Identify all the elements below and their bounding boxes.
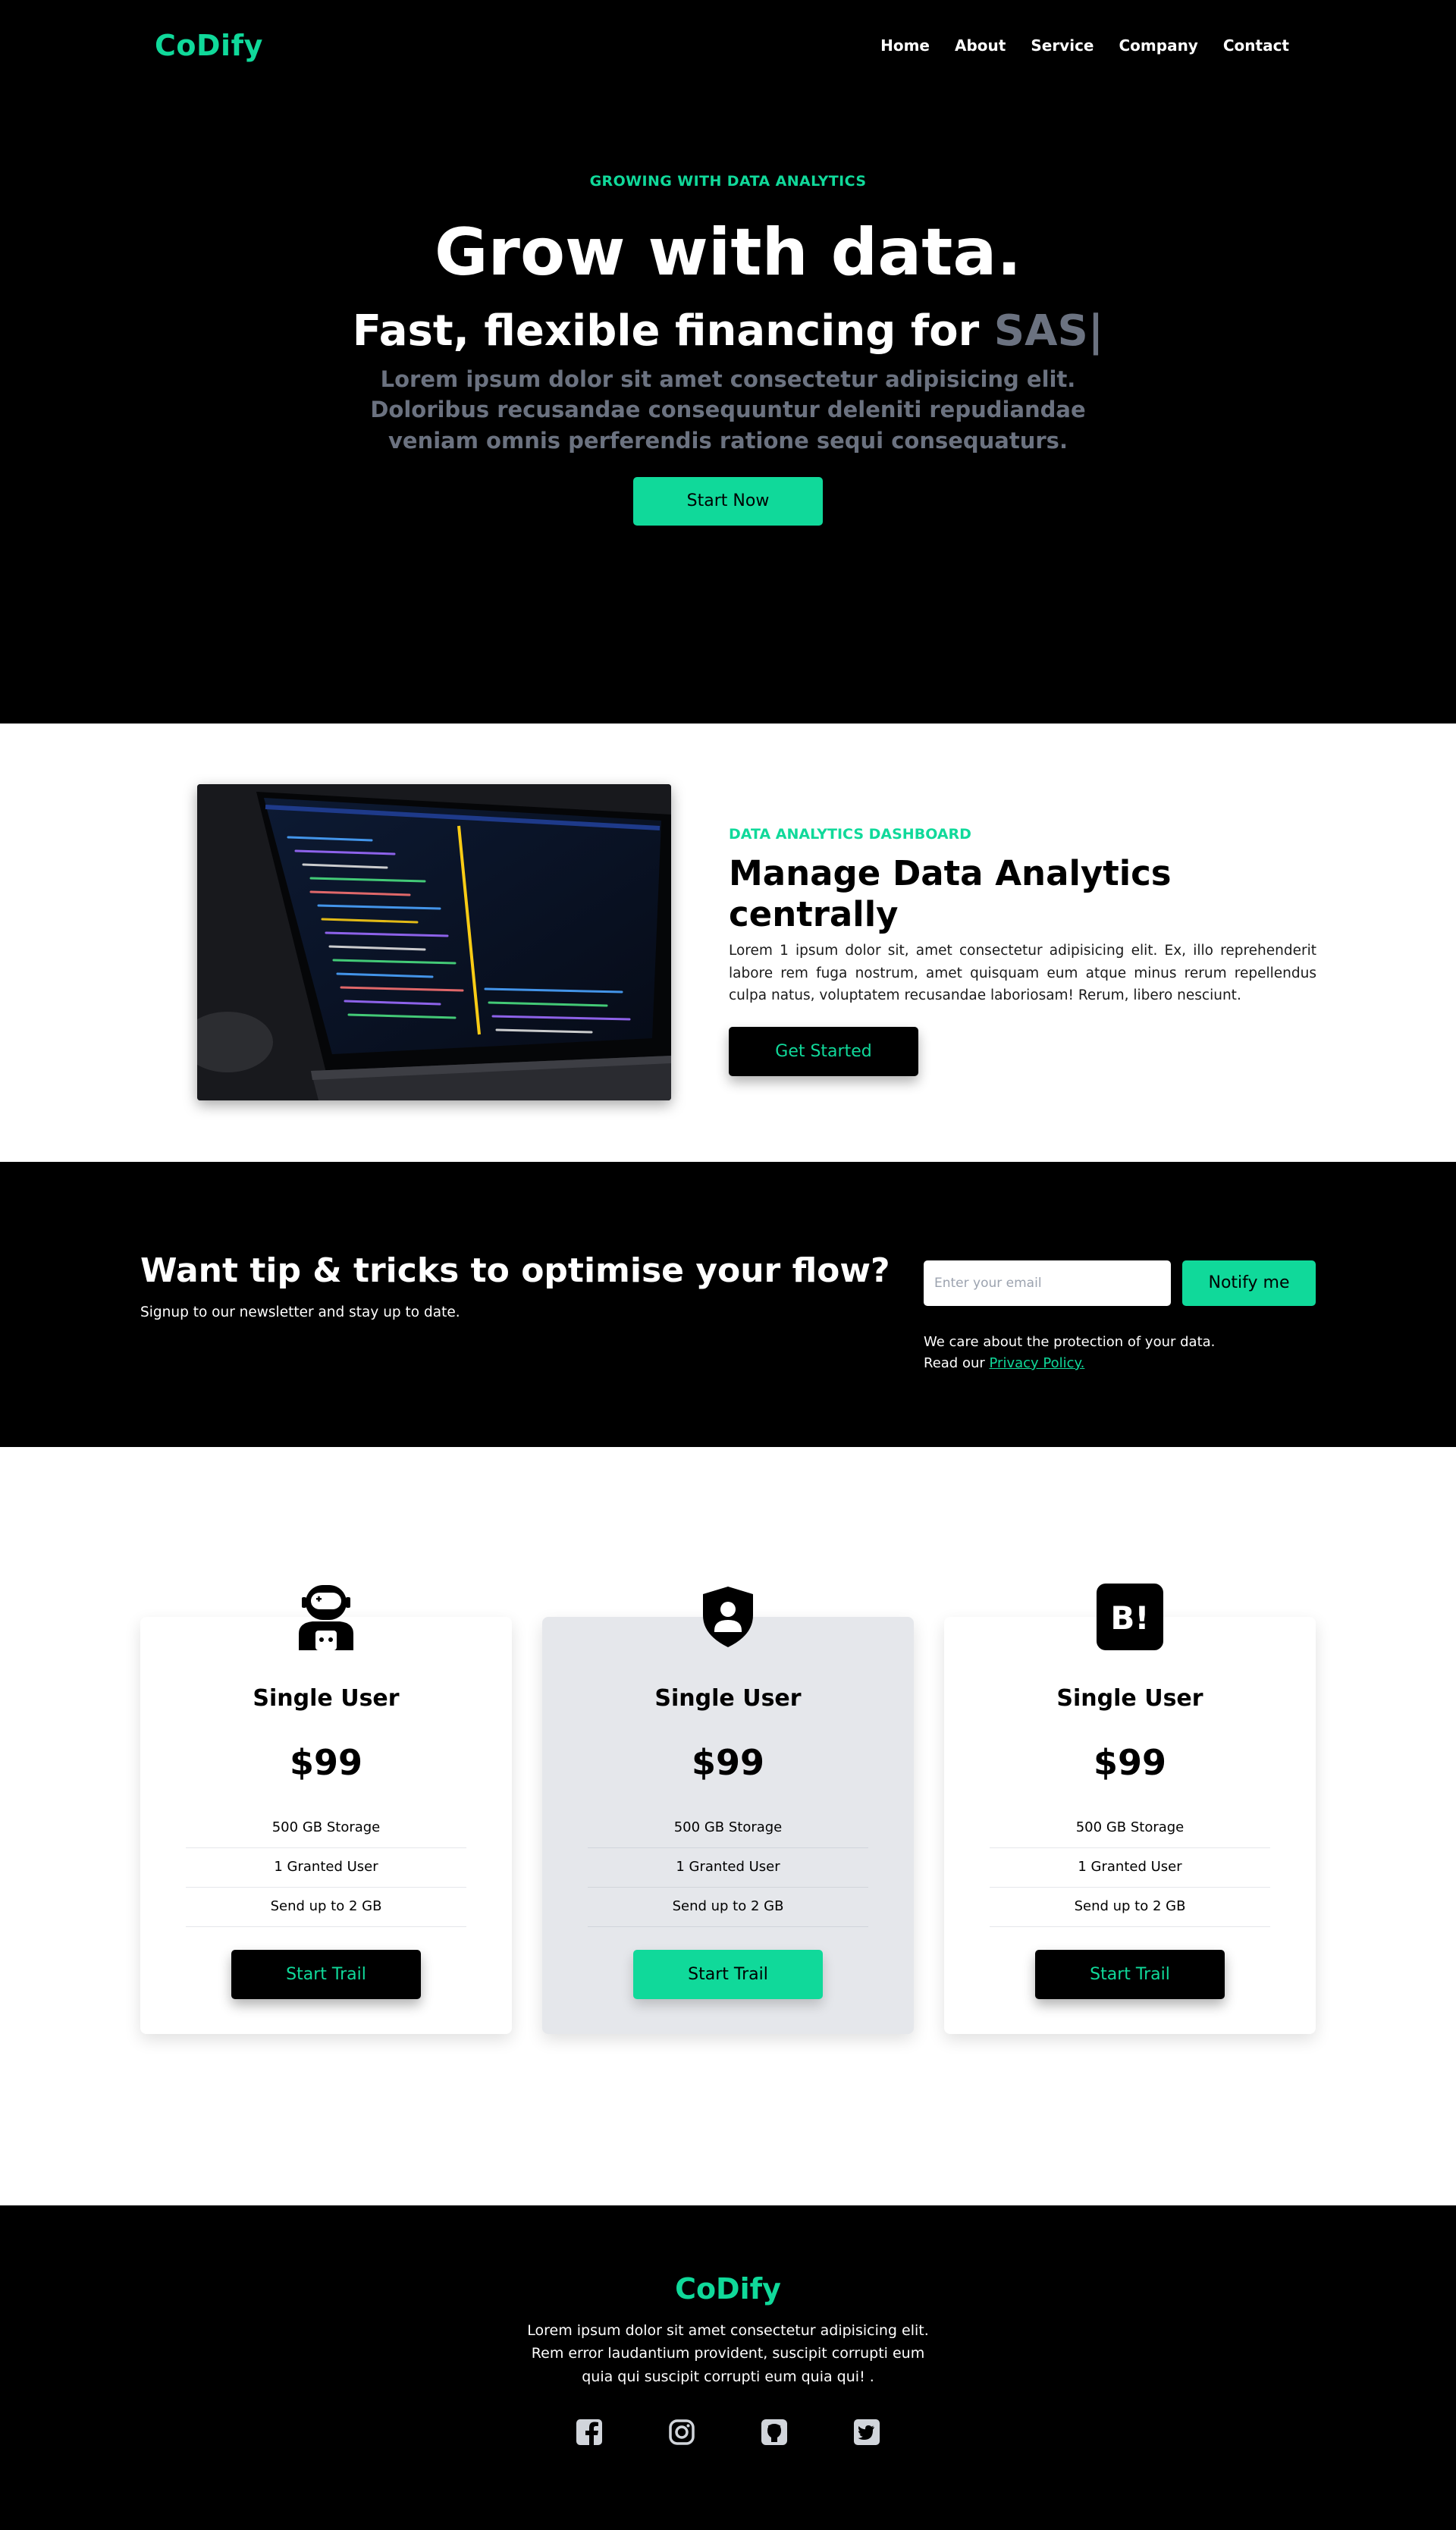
plan-feature: 500 GB Storage: [588, 1809, 868, 1848]
start-trial-button[interactable]: Start Trail: [1035, 1950, 1225, 1999]
plan-feature: Send up to 2 GB: [588, 1888, 868, 1927]
pricing-card-featured: Single User $99 500 GB Storage 1 Granted…: [542, 1587, 914, 2034]
nav-menu: Home About Service Company Contact: [880, 36, 1289, 55]
plan-feature: 1 Granted User: [588, 1848, 868, 1888]
pricing-card: Single User $99 500 GB Storage 1 Granted…: [140, 1585, 512, 2034]
nav-link-about[interactable]: About: [955, 36, 1006, 55]
instagram-icon[interactable]: [668, 2419, 695, 2446]
pricing-card: B! Single User $99 500 GB Storage 1 Gran…: [944, 1584, 1316, 2034]
privacy-policy-link[interactable]: Privacy Policy.: [990, 1355, 1085, 1371]
hero-eyebrow: GROWING WITH DATA ANALYTICS: [589, 173, 867, 190]
privacy-note-prefix: Read our: [924, 1354, 990, 1371]
plan-feature: 500 GB Storage: [186, 1809, 466, 1848]
start-trial-button[interactable]: Start Trail: [231, 1950, 421, 1999]
about-content: DATA ANALYTICS DASHBOARD Manage Data Ana…: [729, 826, 1316, 1076]
footer-description: Lorem ipsum dolor sit amet consectetur a…: [527, 2322, 929, 2385]
plan-feature: Send up to 2 GB: [990, 1888, 1270, 1927]
brand-logo[interactable]: CoDify: [155, 29, 263, 62]
plan-feature: 1 Granted User: [990, 1848, 1270, 1888]
notify-me-button[interactable]: Notify me: [1182, 1260, 1316, 1306]
hero-subtitle-typed: SAS|: [993, 306, 1104, 356]
hero-description: Lorem ipsum dolor sit amet consectetur a…: [370, 366, 1086, 454]
about-eyebrow: DATA ANALYTICS DASHBOARD: [729, 826, 971, 843]
email-input[interactable]: [924, 1260, 1171, 1306]
about-section: DATA ANALYTICS DASHBOARD Manage Data Ana…: [0, 724, 1456, 1162]
laptop-image: [197, 784, 671, 1100]
nav-link-service[interactable]: Service: [1031, 36, 1094, 55]
plan-features: 500 GB Storage 1 Granted User Send up to…: [588, 1809, 868, 1927]
svg-text:B!: B!: [1110, 1599, 1149, 1637]
plan-features: 500 GB Storage 1 Granted User Send up to…: [186, 1809, 466, 1927]
plan-features: 500 GB Storage 1 Granted User Send up to…: [990, 1809, 1270, 1927]
plan-title: Single User: [1056, 1685, 1203, 1712]
start-now-button[interactable]: Start Now: [633, 477, 823, 526]
plan-title: Single User: [654, 1685, 802, 1712]
plan-title: Single User: [253, 1685, 400, 1712]
nav-link-contact[interactable]: Contact: [1223, 36, 1289, 55]
plan-feature: 1 Granted User: [186, 1848, 466, 1888]
start-trial-button[interactable]: Start Trail: [633, 1950, 823, 1999]
privacy-note-line: We care about the protection of your dat…: [924, 1334, 1216, 1350]
hero-content: GROWING WITH DATA ANALYTICS Grow with da…: [0, 173, 1456, 526]
plan-feature: 500 GB Storage: [990, 1809, 1270, 1848]
top-nav: CoDify Home About Service Company Contac…: [0, 0, 1456, 93]
footer: CoDify Lorem ipsum dolor sit amet consec…: [0, 2205, 1456, 2530]
nav-link-company[interactable]: Company: [1119, 36, 1198, 55]
hero-subtitle: Fast, flexible financing for SAS|: [0, 308, 1456, 355]
plan-price: $99: [1093, 1742, 1167, 1783]
plan-feature: Send up to 2 GB: [186, 1888, 466, 1927]
privacy-note: We care about the protection of your dat…: [924, 1332, 1215, 1374]
social-links: [0, 2419, 1456, 2446]
hero-subtitle-text: Fast, flexible financing for: [352, 306, 994, 356]
hero-section: CoDify Home About Service Company Contac…: [0, 0, 1456, 724]
twitter-icon[interactable]: [853, 2419, 880, 2446]
astronaut-icon: [293, 1584, 359, 1650]
about-title: Manage Data Analytics centrally: [729, 853, 1172, 934]
newsletter-title: Want tip & tricks to optimise your flow?: [140, 1251, 890, 1290]
plan-price: $99: [691, 1742, 765, 1783]
facebook-icon[interactable]: [576, 2419, 603, 2446]
nav-link-home[interactable]: Home: [880, 36, 930, 55]
hatena-bookmark-icon: B!: [1097, 1584, 1163, 1650]
plan-price: $99: [289, 1742, 363, 1783]
about-description: Lorem 1 ipsum dolor sit, amet consectetu…: [729, 943, 1316, 1004]
privacy-note-link-line: Read our Privacy Policy.: [924, 1353, 1215, 1374]
github-icon[interactable]: [761, 2419, 788, 2446]
user-shield-icon: [695, 1584, 761, 1650]
newsletter-section: Want tip & tricks to optimise your flow?…: [0, 1162, 1456, 1447]
hero-title: Grow with data.: [434, 215, 1022, 290]
footer-logo[interactable]: CoDify: [0, 2272, 1456, 2306]
pricing-section: Single User $99 500 GB Storage 1 Granted…: [0, 1447, 1456, 2205]
newsletter-subtitle: Signup to our newsletter and stay up to …: [140, 1304, 460, 1320]
get-started-button[interactable]: Get Started: [729, 1026, 918, 1076]
